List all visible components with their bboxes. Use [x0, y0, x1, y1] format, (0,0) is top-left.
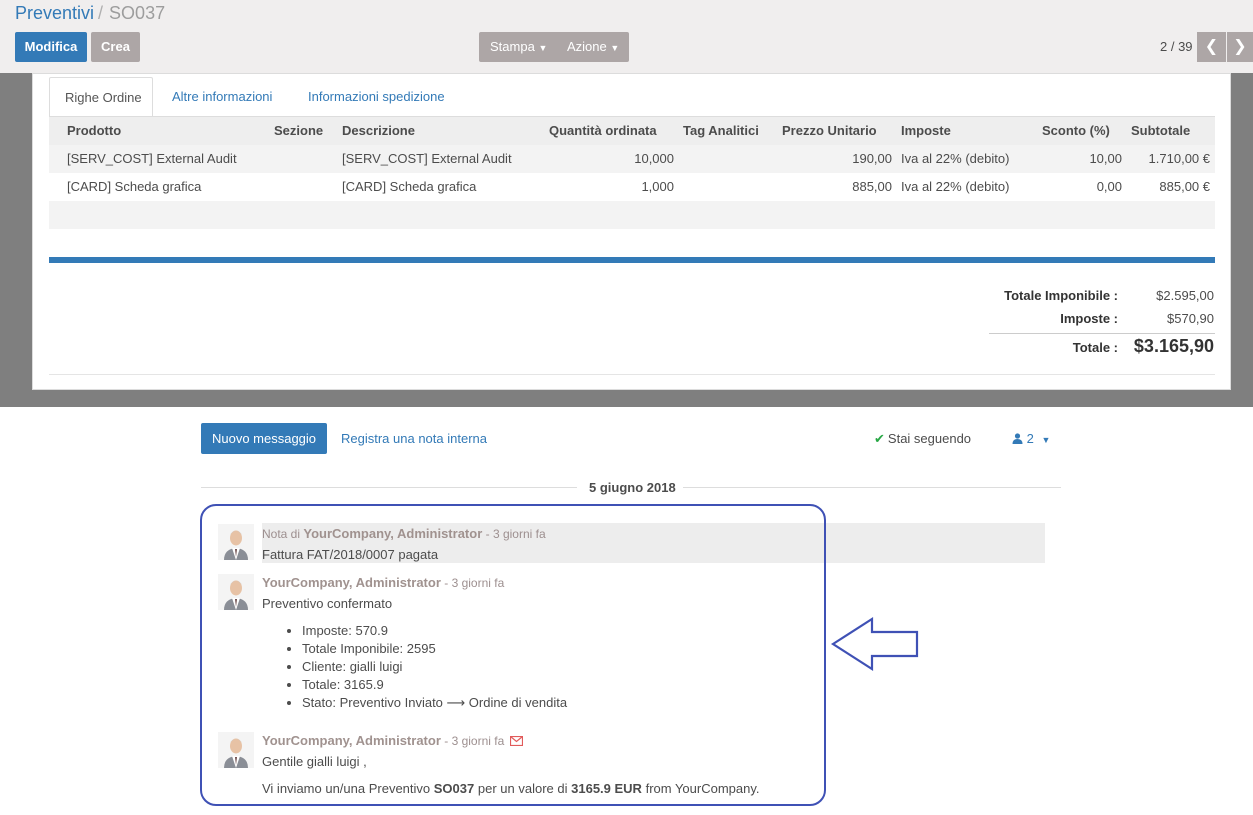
cell-unit-price: 885,00 — [852, 179, 892, 194]
caret-down-icon: ▼ — [610, 43, 620, 53]
annotation-arrow-icon — [830, 615, 922, 676]
cell-product: [SERV_COST] External Audit — [67, 151, 237, 166]
table-row[interactable]: [CARD] Scheda grafica [CARD] Scheda graf… — [49, 173, 1215, 201]
column-header[interactable]: Prodotto — [67, 117, 121, 145]
totals-divider — [989, 333, 1215, 334]
cell-taxes: Iva al 22% (debito) — [901, 151, 1010, 166]
table-row[interactable]: [SERV_COST] External Audit [SERV_COST] E… — [49, 145, 1215, 173]
print-dropdown[interactable]: Stampa ▼ — [490, 32, 547, 63]
column-header[interactable]: Tag Analitici — [683, 117, 759, 145]
cell-quantity: 1,000 — [641, 179, 674, 194]
cell-description: [SERV_COST] External Audit — [342, 151, 512, 166]
column-header[interactable]: Sconto (%) — [1042, 117, 1110, 145]
breadcrumb-parent-link[interactable]: Preventivi — [15, 3, 94, 23]
cell-subtotal: 1.710,00 € — [1148, 151, 1210, 166]
edit-button[interactable]: Modifica — [15, 32, 87, 62]
followers-dropdown[interactable]: 2 ▼ — [1012, 431, 1050, 446]
log-note-link[interactable]: Registra una nota interna — [341, 431, 487, 446]
cell-product: [CARD] Scheda grafica — [67, 179, 202, 194]
breadcrumb-separator: / — [98, 3, 104, 23]
form-sheet: Righe Ordine Altre informazioni Informaz… — [32, 73, 1231, 390]
tab-other-info[interactable]: Altre informazioni — [157, 77, 287, 117]
following-label: Stai seguendo — [887, 431, 972, 446]
caret-down-icon: ▼ — [538, 43, 548, 53]
order-lines-table: Prodotto Sezione Descrizione Quantità or… — [49, 117, 1215, 229]
sheet-separator — [49, 374, 1215, 375]
column-header[interactable]: Quantità ordinata — [549, 117, 657, 145]
print-label: Stampa — [490, 39, 535, 54]
tab-order-lines[interactable]: Righe Ordine — [49, 77, 153, 117]
action-dropdown[interactable]: Azione ▼ — [567, 32, 619, 63]
column-header[interactable]: Descrizione — [342, 117, 415, 145]
chevron-left-icon: ❮ — [1204, 38, 1219, 55]
cell-subtotal: 885,00 € — [1159, 179, 1210, 194]
column-header[interactable]: Sezione — [274, 117, 323, 145]
followers-count: 2 — [1026, 431, 1034, 446]
cell-discount: 0,00 — [1096, 179, 1122, 194]
total-label: Totale : — [1072, 340, 1118, 355]
untaxed-amount: $2.595,00 — [1156, 288, 1214, 303]
chevron-right-icon: ❯ — [1233, 38, 1247, 55]
breadcrumb: Preventivi / SO037 — [15, 3, 165, 24]
following-button[interactable]: ✔ Stai seguendo — [874, 431, 971, 447]
tax-label: Imposte : — [1060, 311, 1118, 326]
action-label: Azione — [567, 39, 607, 54]
date-separator: 5 giugno 2018 — [589, 480, 676, 495]
column-header[interactable]: Imposte — [901, 117, 951, 145]
column-header[interactable]: Subtotale — [1131, 117, 1190, 145]
cell-description: [CARD] Scheda grafica — [342, 179, 477, 194]
caret-down-icon: ▼ — [1041, 435, 1051, 445]
table-header: Prodotto Sezione Descrizione Quantità or… — [49, 117, 1215, 145]
table-empty-row — [49, 201, 1215, 229]
tab-shipping-info[interactable]: Informazioni spedizione — [293, 77, 460, 117]
pager-previous-button[interactable]: ❮ — [1197, 32, 1226, 62]
action-button-group: Stampa ▼ Azione ▼ — [479, 32, 629, 62]
check-icon: ✔ — [874, 431, 885, 446]
table-footer-bar — [49, 257, 1215, 263]
create-button[interactable]: Crea — [91, 32, 140, 62]
pager-value: 2 / 39 — [1160, 39, 1193, 54]
cell-quantity: 10,000 — [634, 151, 674, 166]
date-divider-left — [201, 487, 577, 488]
pager-next-button[interactable]: ❯ — [1227, 32, 1253, 62]
column-header[interactable]: Prezzo Unitario — [782, 117, 877, 145]
untaxed-label: Totale Imponibile : — [1004, 288, 1118, 303]
new-message-button[interactable]: Nuovo messaggio — [201, 423, 327, 454]
date-divider-right — [683, 487, 1061, 488]
cell-unit-price: 190,00 — [852, 151, 892, 166]
user-icon — [1012, 431, 1027, 446]
total-amount: $3.165,90 — [1133, 336, 1214, 356]
cell-taxes: Iva al 22% (debito) — [901, 179, 1010, 194]
annotation-highlight-box — [200, 504, 826, 806]
cell-discount: 10,00 — [1089, 151, 1122, 166]
breadcrumb-current: SO037 — [109, 3, 166, 23]
tax-amount: $570,90 — [1167, 311, 1214, 326]
